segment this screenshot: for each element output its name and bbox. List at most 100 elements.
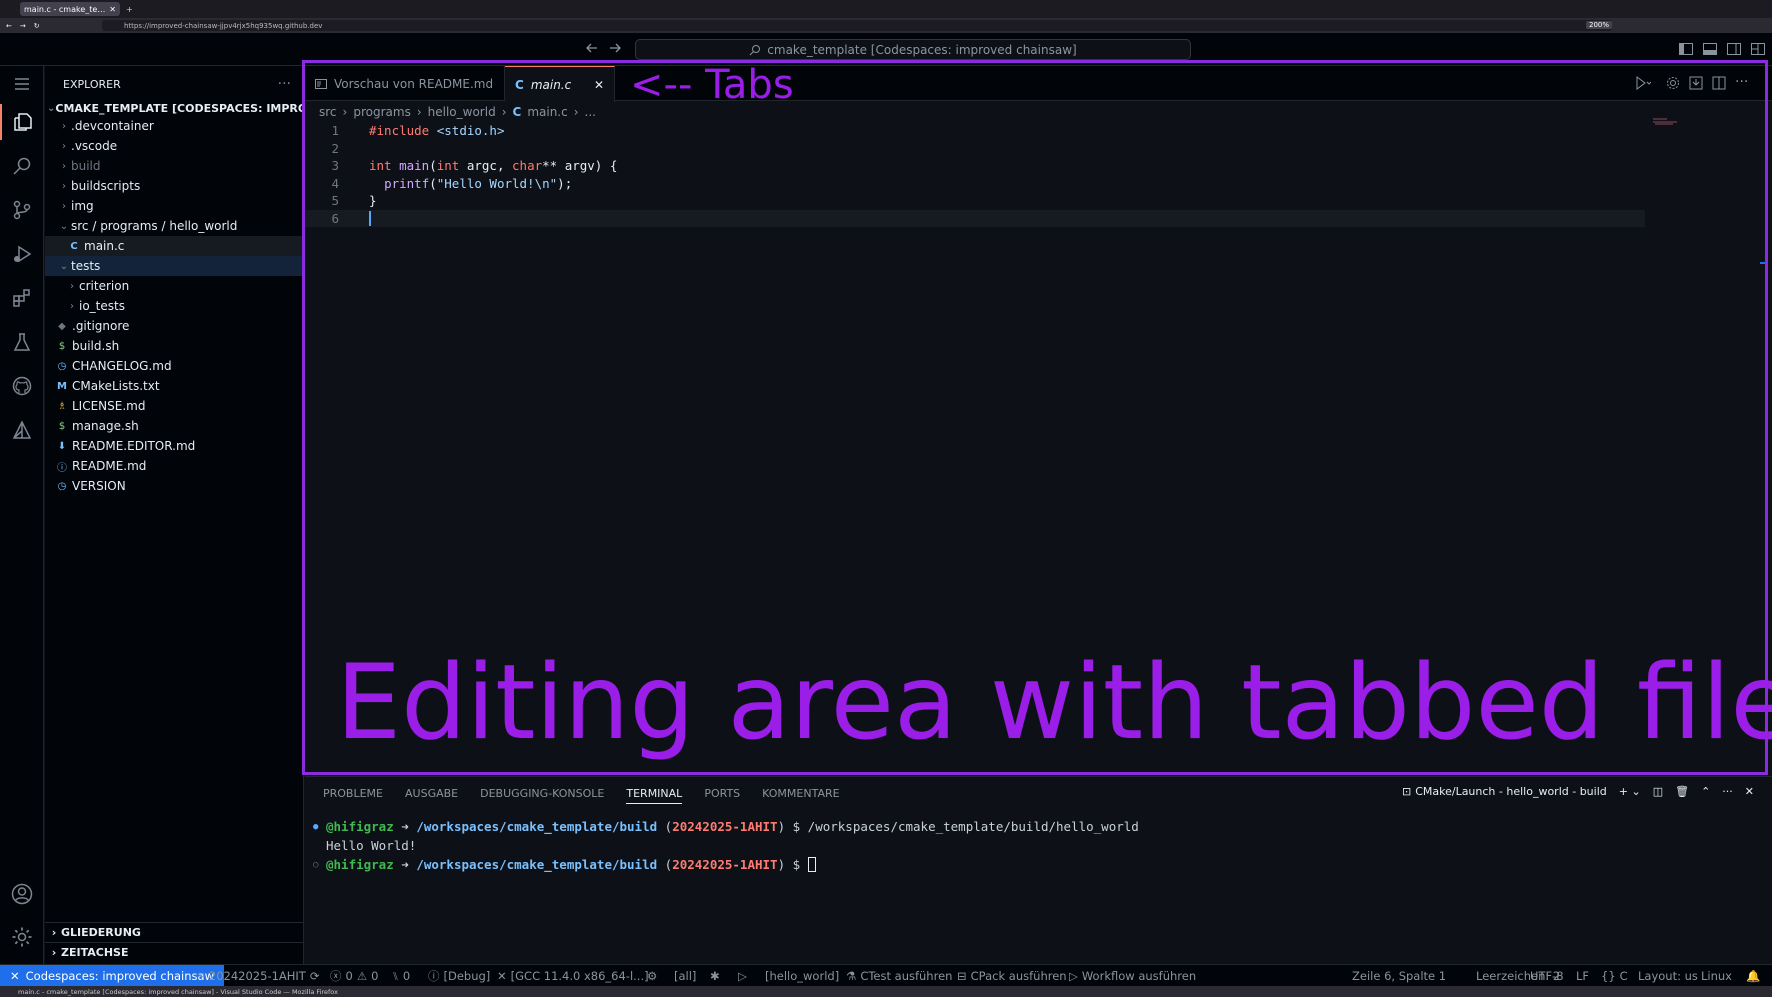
file-version[interactable]: ◷ VERSION: [45, 476, 304, 496]
folder-io-tests[interactable]: › io_tests: [45, 296, 304, 316]
customize-layout-icon[interactable]: [1751, 43, 1765, 55]
file-manage-sh[interactable]: $ manage.sh: [45, 416, 304, 436]
file-readme[interactable]: ⓘ README.md: [45, 456, 304, 476]
cpack-button[interactable]: ⊟ CPack ausführen: [957, 965, 1067, 986]
reload-icon[interactable]: ↻: [34, 22, 40, 30]
zoom-level[interactable]: 200%: [1586, 21, 1613, 29]
menu-icon[interactable]: [0, 66, 44, 102]
file-main-c[interactable]: Cmain.c: [45, 236, 304, 256]
workspace-root[interactable]: ⌄ CMAKE_TEMPLATE [CODESPACES: IMPROVED C.…: [45, 98, 357, 118]
code-line[interactable]: 3 int main(int argc, char** argv) {: [305, 157, 1645, 175]
timeline-section[interactable]: › ZEITACHSE: [45, 942, 304, 962]
explorer-icon[interactable]: [0, 104, 44, 140]
settings-gear-icon[interactable]: [1666, 76, 1680, 90]
build-target-selector[interactable]: [all]: [674, 965, 696, 986]
code-line-current[interactable]: 6: [305, 209, 1645, 227]
trash-icon[interactable]: 🗑: [1675, 785, 1689, 798]
run-icon[interactable]: [1635, 76, 1651, 90]
toggle-panel-icon[interactable]: [1703, 43, 1717, 55]
tab-readme-preview[interactable]: Vorschau von README.md: [305, 66, 505, 101]
breadcrumb-symbols[interactable]: ...: [585, 105, 596, 119]
tab-ports[interactable]: PORTS: [704, 787, 740, 804]
branch-indicator[interactable]: ⑂ 20242025-1AHIT ⟳: [198, 965, 319, 986]
folder-tests[interactable]: ⌄ tests: [45, 256, 304, 276]
code-line[interactable]: 1 #include <stdio.h>: [305, 122, 1645, 140]
code-line[interactable]: 4 printf("Hello World!\n");: [305, 175, 1645, 193]
tab-debug-console[interactable]: DEBUGGING-KONSOLE: [480, 787, 604, 804]
close-panel-icon[interactable]: ✕: [1745, 785, 1754, 798]
extensions-icon[interactable]: [0, 280, 44, 316]
notifications-bell-icon[interactable]: 🔔: [1746, 965, 1760, 986]
minimap[interactable]: [1653, 118, 1683, 126]
file-readme-editor[interactable]: ⬇ README.EDITOR.md: [45, 436, 304, 456]
folder-src-programs-hello-world[interactable]: ⌄ src / programs / hello_world: [45, 216, 304, 236]
breadcrumb-main-c[interactable]: main.c: [527, 105, 567, 119]
more-actions-icon[interactable]: ···: [278, 76, 291, 92]
tab-output[interactable]: AUSGABE: [405, 787, 458, 804]
file-changelog[interactable]: ◷ CHANGELOG.md: [45, 356, 304, 376]
back-icon[interactable]: ←: [6, 22, 12, 30]
kit-selector[interactable]: ✕ [GCC 11.4.0 x86_64-l...]: [497, 965, 649, 986]
launch-target-selector[interactable]: [hello_world]: [765, 965, 839, 986]
breadcrumb-programs[interactable]: programs: [353, 105, 410, 119]
cmake-icon[interactable]: [0, 412, 44, 448]
build-type-selector[interactable]: ⓘ [Debug]: [428, 965, 490, 986]
file-cmakelists[interactable]: M CMakeLists.txt: [45, 376, 304, 396]
close-icon[interactable]: ✕: [594, 78, 604, 92]
os-indicator[interactable]: Linux: [1701, 965, 1732, 986]
outline-section[interactable]: › GLIEDERUNG: [45, 922, 304, 942]
folder-img[interactable]: › img: [45, 196, 304, 216]
folder-build[interactable]: › build: [45, 156, 304, 176]
terminal[interactable]: ● @hifigraz ➜ /workspaces/cmake_template/…: [313, 817, 1139, 874]
ports-indicator[interactable]: ⑊ 0: [392, 965, 410, 986]
breadcrumb-hello-world[interactable]: hello_world: [428, 105, 496, 119]
folder-buildscripts[interactable]: › buildscripts: [45, 176, 304, 196]
toggle-sidebar-icon[interactable]: [1679, 43, 1693, 55]
save-icon[interactable]: [1689, 76, 1703, 90]
tab-main-c[interactable]: C main.c ✕: [505, 66, 615, 102]
run-debug-icon[interactable]: [0, 236, 44, 272]
accounts-icon[interactable]: [0, 876, 44, 912]
language-mode[interactable]: {} C: [1601, 965, 1628, 986]
encoding[interactable]: UTF-8: [1530, 965, 1564, 986]
code-line[interactable]: 5}: [305, 192, 1645, 210]
search-icon[interactable]: [0, 148, 44, 184]
new-tab-icon[interactable]: +: [126, 5, 133, 14]
split-terminal-icon[interactable]: ◫: [1653, 785, 1663, 798]
more-actions-icon[interactable]: ···: [1722, 785, 1733, 798]
ctest-button[interactable]: ⚗ CTest ausführen: [846, 965, 952, 986]
folder-criterion[interactable]: › criterion: [45, 276, 304, 296]
problems-indicator[interactable]: ⓧ 0 ⚠ 0: [330, 965, 378, 986]
file-license[interactable]: ♗ LICENSE.md: [45, 396, 304, 416]
build-icon[interactable]: ⚙: [647, 965, 657, 986]
source-control-icon[interactable]: [0, 192, 44, 228]
forward-icon[interactable]: [608, 41, 622, 55]
debug-bug-icon[interactable]: ✱: [710, 965, 720, 986]
close-icon[interactable]: ✕: [109, 5, 116, 14]
line-ending[interactable]: LF: [1576, 965, 1589, 986]
remote-indicator[interactable]: ✕ Codespaces: improved chainsaw: [0, 965, 224, 986]
github-icon[interactable]: [0, 368, 44, 404]
launch-play-icon[interactable]: ▷: [738, 965, 747, 986]
breadcrumb-src[interactable]: src: [319, 105, 337, 119]
url-bar[interactable]: https://improved-chainsaw-jjpv4rjx5hq935…: [102, 20, 1612, 31]
file-gitignore[interactable]: ◆ .gitignore: [45, 316, 304, 336]
settings-gear-icon[interactable]: [0, 919, 44, 955]
tab-problems[interactable]: PROBLEME: [323, 787, 383, 804]
file-build-sh[interactable]: $ build.sh: [45, 336, 304, 356]
testing-icon[interactable]: [0, 324, 44, 360]
split-editor-icon[interactable]: [1712, 76, 1726, 90]
more-actions-icon[interactable]: ···: [1735, 74, 1748, 90]
cursor-position[interactable]: Zeile 6, Spalte 1: [1352, 965, 1446, 986]
workflow-button[interactable]: ▷ Workflow ausführen: [1069, 965, 1196, 986]
maximize-panel-icon[interactable]: ⌃: [1701, 785, 1710, 798]
keyboard-layout[interactable]: Layout: us: [1638, 965, 1698, 986]
tab-terminal[interactable]: TERMINAL: [626, 787, 683, 804]
browser-tab[interactable]: main.c - cmake_template ✕: [20, 2, 120, 16]
add-terminal-icon[interactable]: + ⌄: [1619, 785, 1641, 798]
tab-comments[interactable]: KOMMENTARE: [762, 787, 839, 804]
forward-icon[interactable]: →: [20, 22, 26, 30]
command-center[interactable]: cmake_template [Codespaces: improved cha…: [635, 39, 1191, 60]
terminal-task-selector[interactable]: ⊡ CMake/Launch - hello_world - build: [1402, 785, 1607, 798]
toggle-secondary-sidebar-icon[interactable]: [1727, 43, 1741, 55]
